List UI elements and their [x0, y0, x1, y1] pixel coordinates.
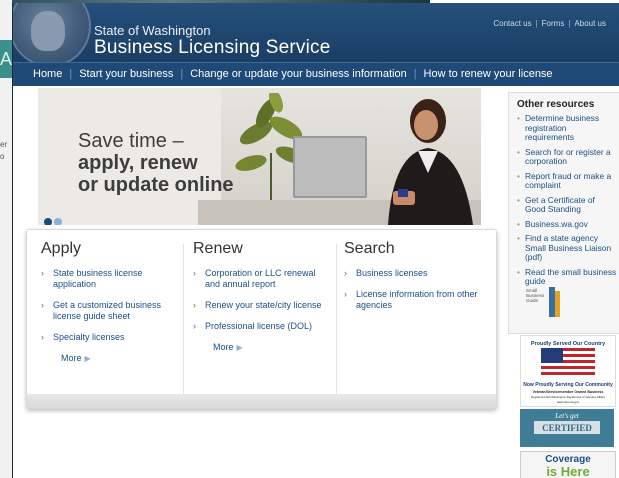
hero-headline: or update online — [78, 174, 234, 196]
resource-link[interactable]: • Report fraud or make a complaint — [517, 171, 617, 191]
renew-link[interactable]: › Corporation or LLC renewal and annual r… — [193, 268, 333, 290]
monitor-image — [293, 136, 367, 198]
other-resources-heading: Other resources — [517, 99, 595, 110]
svg-text:www.dva.wa.gov: www.dva.wa.gov — [557, 400, 580, 404]
about-us-link[interactable]: About us — [574, 19, 606, 28]
woman-image — [388, 99, 473, 225]
hero-headline: Save time – — [78, 130, 184, 152]
coverage-is-here-badge[interactable]: Coverage is Here — [520, 451, 616, 478]
apply-link[interactable]: › Get a customized business license guide… — [41, 300, 181, 322]
nav-home[interactable]: Home — [33, 68, 62, 80]
browser-window: State of Washington Business Licensing S… — [12, 3, 619, 478]
svg-text:Let's get: Let's get — [554, 412, 580, 420]
forms-link[interactable]: Forms — [542, 19, 565, 28]
search-column: Search › Business licenses › License infor… — [344, 240, 484, 321]
search-link[interactable]: › Business licenses — [344, 268, 484, 279]
veteran-owned-badge[interactable]: Proudly Served Our Country Now Proudly S… — [520, 335, 616, 407]
hero-banner[interactable]: Save time – apply, renew or update onlin… — [38, 88, 481, 225]
nav-how-to-renew[interactable]: How to renew your license — [424, 68, 553, 80]
renew-link[interactable]: › Professional license (DOL) — [193, 321, 333, 332]
utility-links: Contact us | Forms | About us — [493, 19, 606, 28]
resource-link[interactable]: • Find a state agency Small Business Liai… — [517, 233, 617, 263]
renew-column: Renew › Corporation or LLC renewal and an… — [193, 240, 333, 352]
svg-text:Veteran/Servicemember Owned Bu: Veteran/Servicemember Owned Business — [533, 390, 604, 394]
background-tab: A — [0, 40, 12, 78]
svg-text:CERTIFIED: CERTIFIED — [542, 423, 592, 433]
search-link[interactable]: › License information from other agencies — [344, 289, 484, 311]
apply-more-link[interactable]: More ▶ — [61, 353, 181, 363]
carousel-dot[interactable] — [54, 217, 62, 225]
resource-link[interactable]: • Business.wa.gov — [517, 219, 617, 230]
apply-link[interactable]: › Specialty licenses — [41, 332, 181, 343]
renew-heading: Renew — [193, 240, 243, 257]
nav-start-business[interactable]: Start your business — [79, 68, 173, 80]
services-panel: Apply › State business license applicatio… — [26, 229, 497, 409]
resource-link[interactable]: • Read the small business guide — [517, 267, 617, 287]
site-header: State of Washington Business Licensing S… — [13, 3, 619, 67]
background-window-edge: A er o — [0, 0, 12, 478]
resource-link[interactable]: • Determine business registration require… — [517, 113, 617, 143]
background-text: o — [0, 152, 5, 161]
state-name: State of Washington — [94, 23, 211, 38]
svg-text:Now Proudly Serving Our Commun: Now Proudly Serving Our Community — [523, 382, 613, 388]
renew-more-link[interactable]: More ▶ — [213, 342, 333, 352]
resource-link[interactable]: • Search for or register a corporation — [517, 147, 617, 167]
search-heading: Search — [344, 240, 395, 257]
site-title[interactable]: Business Licensing Service — [94, 37, 330, 59]
svg-text:Proudly Served Our Country: Proudly Served Our Country — [531, 341, 606, 347]
main-nav: Home | Start your business | Change or updat… — [13, 62, 619, 86]
carousel-dots — [44, 213, 64, 225]
resource-link[interactable]: • Get a Certificate of Good Standing — [517, 195, 617, 215]
hero-headline: apply, renew — [78, 152, 198, 174]
svg-text:Guide: Guide — [526, 298, 539, 303]
apply-heading: Apply — [41, 240, 82, 257]
certified-badge[interactable]: Let's get CERTIFIED — [520, 409, 614, 447]
carousel-dot[interactable] — [44, 217, 52, 225]
apply-column: Apply › State business license applicatio… — [41, 240, 181, 363]
nav-change-update[interactable]: Change or update your business informati… — [190, 68, 406, 80]
small-business-guide-icon[interactable]: Small Business Guide — [523, 285, 563, 319]
apply-link[interactable]: › State business license application — [41, 268, 181, 290]
state-seal-icon — [13, 3, 91, 67]
svg-text:Registered with Washington Dep: Registered with Washington Department of… — [531, 395, 605, 399]
background-text: er — [0, 140, 8, 149]
renew-link[interactable]: › Renew your state/city license — [193, 300, 333, 311]
resource-list: • Determine business registration require… — [509, 113, 619, 287]
contact-us-link[interactable]: Contact us — [493, 19, 531, 28]
